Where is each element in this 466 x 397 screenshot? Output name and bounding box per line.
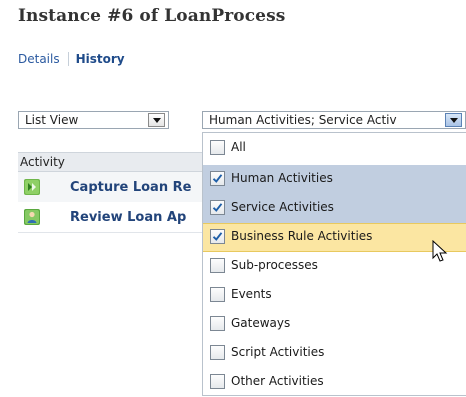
- filter-option-sub-processes[interactable]: Sub-processes: [203, 252, 466, 281]
- filter-option-label: Business Rule Activities: [231, 229, 373, 243]
- tab-bar: Details History: [18, 52, 125, 66]
- table-row[interactable]: Capture Loan Re: [18, 172, 218, 202]
- checkmark-icon: [212, 203, 223, 212]
- checkbox[interactable]: [210, 140, 225, 155]
- mouse-cursor-icon: [432, 240, 448, 262]
- chevron-down-icon: [152, 117, 161, 123]
- checkmark-icon: [212, 174, 223, 183]
- filter-option-gateways[interactable]: Gateways: [203, 310, 466, 339]
- activity-link[interactable]: Review Loan Ap: [70, 210, 218, 225]
- view-select-value: List View: [25, 113, 79, 127]
- view-select-dropdown-button[interactable]: [148, 113, 165, 127]
- activity-link[interactable]: Capture Loan Re: [70, 180, 218, 195]
- service-task-icon: [24, 179, 40, 195]
- filter-option-label: Service Activities: [231, 200, 334, 214]
- activity-filter-select[interactable]: Human Activities; Service Activ: [202, 111, 466, 129]
- checkmark-icon: [212, 232, 223, 241]
- chevron-down-icon: [449, 117, 458, 123]
- checkbox[interactable]: [210, 316, 225, 331]
- filter-option-business-rule-activities[interactable]: Business Rule Activities: [203, 223, 466, 252]
- filter-option-events[interactable]: Events: [203, 281, 466, 310]
- activity-filter-dropdown-button[interactable]: [445, 113, 462, 127]
- filter-option-human-activities[interactable]: Human Activities: [203, 165, 466, 194]
- filter-option-label: Script Activities: [231, 345, 325, 359]
- checkbox[interactable]: [210, 229, 225, 244]
- filter-option-label: Human Activities: [231, 171, 333, 185]
- filter-option-service-activities[interactable]: Service Activities: [203, 194, 466, 223]
- filter-option-script-activities[interactable]: Script Activities: [203, 339, 466, 368]
- activity-filter-value: Human Activities; Service Activ: [209, 113, 397, 127]
- checkbox[interactable]: [210, 345, 225, 360]
- filter-option-all[interactable]: All: [203, 134, 466, 163]
- human-task-icon: [24, 209, 40, 225]
- filter-option-other-activities[interactable]: Other Activities: [203, 368, 466, 397]
- filter-option-label: Other Activities: [231, 374, 324, 388]
- page-title: Instance #6 of LoanProcess: [18, 6, 286, 26]
- filter-option-label: Gateways: [231, 316, 291, 330]
- tab-divider: [67, 52, 69, 66]
- checkbox[interactable]: [210, 171, 225, 186]
- tab-history[interactable]: History: [76, 52, 125, 66]
- checkbox[interactable]: [210, 200, 225, 215]
- checkbox[interactable]: [210, 287, 225, 302]
- checkbox[interactable]: [210, 374, 225, 389]
- column-header-activity[interactable]: Activity: [18, 152, 218, 172]
- activity-filter-dropdown: All Human Activities Service Activities …: [202, 132, 466, 396]
- table-row[interactable]: Review Loan Ap: [18, 202, 218, 233]
- filter-option-label: Events: [231, 287, 272, 301]
- filter-option-label: Sub-processes: [231, 258, 318, 272]
- filter-option-label: All: [231, 140, 246, 154]
- tab-details[interactable]: Details: [18, 52, 60, 66]
- checkbox[interactable]: [210, 258, 225, 273]
- view-select[interactable]: List View: [18, 111, 169, 129]
- activity-table: Activity Capture Loan Re Review Loan Ap: [18, 152, 218, 262]
